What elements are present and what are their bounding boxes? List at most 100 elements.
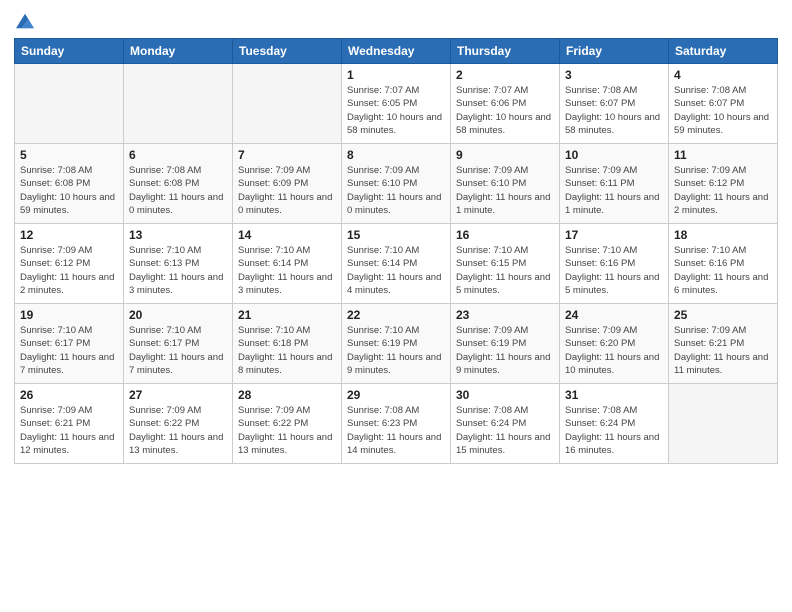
calendar-week-row: 12 Sunrise: 7:09 AMSunset: 6:12 PMDaylig… [15, 224, 778, 304]
day-number: 8 [347, 148, 445, 162]
day-number: 20 [129, 308, 227, 322]
day-info: Sunrise: 7:09 AMSunset: 6:09 PMDaylight:… [238, 164, 336, 217]
day-number: 14 [238, 228, 336, 242]
day-info: Sunrise: 7:10 AMSunset: 6:17 PMDaylight:… [129, 324, 227, 377]
day-number: 25 [674, 308, 772, 322]
calendar-cell: 3 Sunrise: 7:08 AMSunset: 6:07 PMDayligh… [560, 64, 669, 144]
calendar-cell: 6 Sunrise: 7:08 AMSunset: 6:08 PMDayligh… [124, 144, 233, 224]
day-number: 5 [20, 148, 118, 162]
day-number: 17 [565, 228, 663, 242]
header [14, 10, 778, 30]
calendar-week-row: 26 Sunrise: 7:09 AMSunset: 6:21 PMDaylig… [15, 384, 778, 464]
calendar-cell: 28 Sunrise: 7:09 AMSunset: 6:22 PMDaylig… [233, 384, 342, 464]
calendar-cell: 2 Sunrise: 7:07 AMSunset: 6:06 PMDayligh… [451, 64, 560, 144]
calendar-cell [669, 384, 778, 464]
day-number: 21 [238, 308, 336, 322]
calendar-cell: 9 Sunrise: 7:09 AMSunset: 6:10 PMDayligh… [451, 144, 560, 224]
day-number: 3 [565, 68, 663, 82]
weekday-header-saturday: Saturday [669, 39, 778, 64]
day-number: 11 [674, 148, 772, 162]
day-number: 26 [20, 388, 118, 402]
calendar-cell: 10 Sunrise: 7:09 AMSunset: 6:11 PMDaylig… [560, 144, 669, 224]
day-number: 6 [129, 148, 227, 162]
day-info: Sunrise: 7:08 AMSunset: 6:24 PMDaylight:… [565, 404, 663, 457]
day-info: Sunrise: 7:10 AMSunset: 6:18 PMDaylight:… [238, 324, 336, 377]
day-number: 4 [674, 68, 772, 82]
calendar-cell: 5 Sunrise: 7:08 AMSunset: 6:08 PMDayligh… [15, 144, 124, 224]
calendar-cell: 17 Sunrise: 7:10 AMSunset: 6:16 PMDaylig… [560, 224, 669, 304]
day-number: 29 [347, 388, 445, 402]
day-info: Sunrise: 7:08 AMSunset: 6:08 PMDaylight:… [20, 164, 118, 217]
page: SundayMondayTuesdayWednesdayThursdayFrid… [0, 0, 792, 612]
day-info: Sunrise: 7:10 AMSunset: 6:14 PMDaylight:… [238, 244, 336, 297]
weekday-header-thursday: Thursday [451, 39, 560, 64]
day-info: Sunrise: 7:07 AMSunset: 6:06 PMDaylight:… [456, 84, 554, 137]
day-number: 15 [347, 228, 445, 242]
weekday-header-sunday: Sunday [15, 39, 124, 64]
day-number: 2 [456, 68, 554, 82]
calendar-cell: 18 Sunrise: 7:10 AMSunset: 6:16 PMDaylig… [669, 224, 778, 304]
day-info: Sunrise: 7:09 AMSunset: 6:12 PMDaylight:… [674, 164, 772, 217]
day-info: Sunrise: 7:09 AMSunset: 6:22 PMDaylight:… [238, 404, 336, 457]
calendar-cell: 7 Sunrise: 7:09 AMSunset: 6:09 PMDayligh… [233, 144, 342, 224]
day-info: Sunrise: 7:09 AMSunset: 6:10 PMDaylight:… [347, 164, 445, 217]
logo-icon [16, 12, 34, 30]
day-number: 7 [238, 148, 336, 162]
day-info: Sunrise: 7:10 AMSunset: 6:19 PMDaylight:… [347, 324, 445, 377]
calendar-cell: 13 Sunrise: 7:10 AMSunset: 6:13 PMDaylig… [124, 224, 233, 304]
day-number: 12 [20, 228, 118, 242]
day-info: Sunrise: 7:10 AMSunset: 6:13 PMDaylight:… [129, 244, 227, 297]
calendar-cell: 11 Sunrise: 7:09 AMSunset: 6:12 PMDaylig… [669, 144, 778, 224]
logo [14, 14, 34, 30]
calendar-cell: 25 Sunrise: 7:09 AMSunset: 6:21 PMDaylig… [669, 304, 778, 384]
calendar-cell: 14 Sunrise: 7:10 AMSunset: 6:14 PMDaylig… [233, 224, 342, 304]
calendar-cell: 4 Sunrise: 7:08 AMSunset: 6:07 PMDayligh… [669, 64, 778, 144]
day-number: 1 [347, 68, 445, 82]
calendar-cell: 8 Sunrise: 7:09 AMSunset: 6:10 PMDayligh… [342, 144, 451, 224]
calendar-cell: 1 Sunrise: 7:07 AMSunset: 6:05 PMDayligh… [342, 64, 451, 144]
calendar-cell: 15 Sunrise: 7:10 AMSunset: 6:14 PMDaylig… [342, 224, 451, 304]
day-info: Sunrise: 7:08 AMSunset: 6:24 PMDaylight:… [456, 404, 554, 457]
calendar-cell: 12 Sunrise: 7:09 AMSunset: 6:12 PMDaylig… [15, 224, 124, 304]
day-number: 31 [565, 388, 663, 402]
day-number: 9 [456, 148, 554, 162]
day-info: Sunrise: 7:09 AMSunset: 6:21 PMDaylight:… [674, 324, 772, 377]
calendar-cell: 21 Sunrise: 7:10 AMSunset: 6:18 PMDaylig… [233, 304, 342, 384]
day-number: 23 [456, 308, 554, 322]
day-info: Sunrise: 7:08 AMSunset: 6:23 PMDaylight:… [347, 404, 445, 457]
calendar-cell: 26 Sunrise: 7:09 AMSunset: 6:21 PMDaylig… [15, 384, 124, 464]
calendar-cell: 22 Sunrise: 7:10 AMSunset: 6:19 PMDaylig… [342, 304, 451, 384]
day-info: Sunrise: 7:10 AMSunset: 6:16 PMDaylight:… [674, 244, 772, 297]
day-info: Sunrise: 7:09 AMSunset: 6:19 PMDaylight:… [456, 324, 554, 377]
calendar-cell [15, 64, 124, 144]
calendar-cell: 16 Sunrise: 7:10 AMSunset: 6:15 PMDaylig… [451, 224, 560, 304]
calendar-cell [233, 64, 342, 144]
calendar-week-row: 19 Sunrise: 7:10 AMSunset: 6:17 PMDaylig… [15, 304, 778, 384]
calendar-cell [124, 64, 233, 144]
calendar-cell: 19 Sunrise: 7:10 AMSunset: 6:17 PMDaylig… [15, 304, 124, 384]
calendar-cell: 29 Sunrise: 7:08 AMSunset: 6:23 PMDaylig… [342, 384, 451, 464]
day-number: 28 [238, 388, 336, 402]
day-number: 19 [20, 308, 118, 322]
calendar-cell: 24 Sunrise: 7:09 AMSunset: 6:20 PMDaylig… [560, 304, 669, 384]
calendar-cell: 27 Sunrise: 7:09 AMSunset: 6:22 PMDaylig… [124, 384, 233, 464]
day-info: Sunrise: 7:08 AMSunset: 6:07 PMDaylight:… [674, 84, 772, 137]
day-number: 24 [565, 308, 663, 322]
day-number: 27 [129, 388, 227, 402]
day-info: Sunrise: 7:09 AMSunset: 6:21 PMDaylight:… [20, 404, 118, 457]
weekday-header-row: SundayMondayTuesdayWednesdayThursdayFrid… [15, 39, 778, 64]
calendar-table: SundayMondayTuesdayWednesdayThursdayFrid… [14, 38, 778, 464]
calendar-cell: 31 Sunrise: 7:08 AMSunset: 6:24 PMDaylig… [560, 384, 669, 464]
calendar-week-row: 1 Sunrise: 7:07 AMSunset: 6:05 PMDayligh… [15, 64, 778, 144]
day-info: Sunrise: 7:08 AMSunset: 6:07 PMDaylight:… [565, 84, 663, 137]
day-info: Sunrise: 7:09 AMSunset: 6:10 PMDaylight:… [456, 164, 554, 217]
day-number: 18 [674, 228, 772, 242]
day-info: Sunrise: 7:09 AMSunset: 6:22 PMDaylight:… [129, 404, 227, 457]
day-info: Sunrise: 7:07 AMSunset: 6:05 PMDaylight:… [347, 84, 445, 137]
day-info: Sunrise: 7:09 AMSunset: 6:12 PMDaylight:… [20, 244, 118, 297]
day-info: Sunrise: 7:09 AMSunset: 6:20 PMDaylight:… [565, 324, 663, 377]
day-info: Sunrise: 7:10 AMSunset: 6:15 PMDaylight:… [456, 244, 554, 297]
weekday-header-friday: Friday [560, 39, 669, 64]
day-info: Sunrise: 7:10 AMSunset: 6:17 PMDaylight:… [20, 324, 118, 377]
calendar-cell: 20 Sunrise: 7:10 AMSunset: 6:17 PMDaylig… [124, 304, 233, 384]
